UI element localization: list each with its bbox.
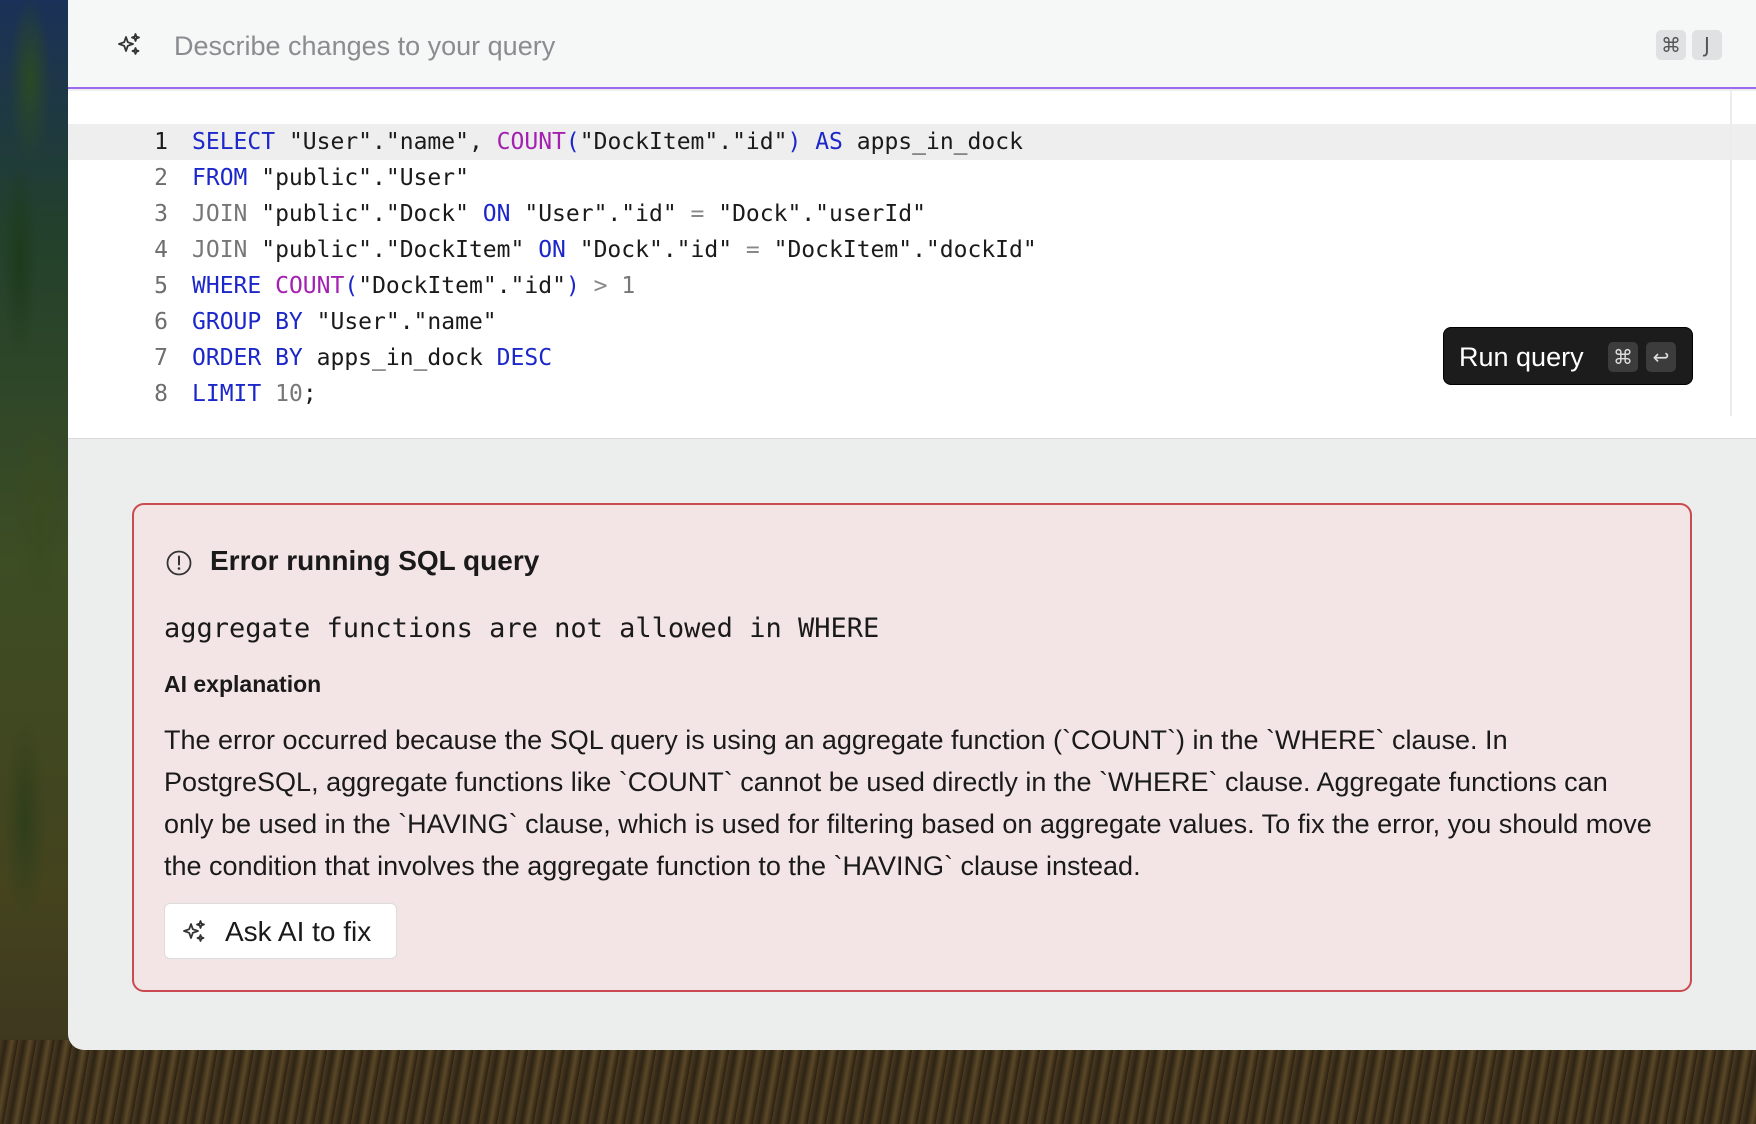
code-token: COUNT (496, 129, 566, 155)
code-token: "public"."Dock" (247, 201, 483, 227)
line-number: 5 (154, 273, 168, 299)
code-text: WHERE COUNT("DockItem"."id") > 1 (192, 268, 635, 304)
ask-ai-to-fix-button[interactable]: Ask AI to fix (164, 903, 397, 959)
code-token: "DockItem"."id" (358, 273, 566, 299)
run-shortcut-cmd-key: ⌘ (1608, 342, 1638, 372)
code-line[interactable]: 3 JOIN "public"."Dock" ON "User"."id" = "… (68, 196, 1756, 232)
ask-ai-to-fix-label: Ask AI to fix (225, 916, 372, 947)
run-shortcut-enter-key: ↩ (1646, 342, 1676, 372)
code-token: = (745, 237, 760, 263)
code-text: FROM "public"."User" (192, 160, 469, 196)
code-text: LIMIT 10; (192, 376, 317, 412)
code-line[interactable]: 5 WHERE COUNT("DockItem"."id") > 1 (68, 268, 1756, 304)
line-number: 2 (154, 165, 168, 191)
code-token: LIMIT (192, 381, 262, 407)
desktop-wallpaper-bottom (0, 1040, 1756, 1124)
code-text: ORDER BY apps_in_dock DESC (192, 340, 552, 376)
code-token: "public"."User" (247, 165, 469, 191)
line-number: 8 (154, 381, 168, 407)
code-token: > (593, 273, 608, 299)
sql-editor[interactable]: 1 SELECT "User"."name", COUNT("DockItem".… (68, 91, 1756, 439)
code-token: JOIN (192, 201, 248, 227)
shortcut-j-key: J (1692, 30, 1722, 60)
ai-prompt-input[interactable] (172, 22, 1476, 70)
code-token: DESC (496, 345, 553, 371)
code-token: FROM (192, 165, 248, 191)
code-token: "User"."name", (275, 129, 497, 155)
code-token: "Dock"."id" (565, 237, 746, 263)
alert-circle-icon (166, 550, 192, 576)
line-number: 7 (154, 345, 168, 371)
error-title: Error running SQL query (210, 545, 540, 576)
run-query-button[interactable]: Run query ⌘ ↩ (1443, 327, 1693, 385)
code-token: JOIN (192, 237, 248, 263)
code-token: "User"."id" (510, 201, 691, 227)
code-text: JOIN "public"."Dock" ON "User"."id" = "D… (192, 196, 926, 232)
code-token: ON (538, 237, 566, 263)
code-text: JOIN "public"."DockItem" ON "Dock"."id" … (192, 232, 1037, 268)
error-message: aggregate functions are not allowed in W… (164, 613, 880, 644)
code-token: "public"."DockItem" (247, 237, 539, 263)
code-text: SELECT "User"."name", COUNT("DockItem"."… (192, 124, 1023, 160)
query-editor-window: ⌘ J 1SELECT "User"."name", COUNT("DockIt… (68, 0, 1756, 1050)
ai-prompt-bar: ⌘ J (68, 0, 1756, 89)
code-token: "User"."name" (302, 309, 497, 335)
code-line[interactable]: 4 JOIN "public"."DockItem" ON "Dock"."id"… (68, 232, 1756, 268)
code-token: 10 (275, 381, 303, 407)
code-token: "DockItem"."id" (579, 129, 788, 155)
code-token: COUNT (275, 273, 345, 299)
code-token: SELECT (192, 129, 276, 155)
error-panel: Error running SQL query aggregate functi… (132, 503, 1692, 992)
ai-explanation-text: The error occurred because the SQL query… (164, 725, 1652, 881)
code-token: "Dock"."userId" (704, 201, 926, 227)
ai-explanation-heading: AI explanation (164, 671, 322, 697)
code-token: ; (302, 381, 317, 407)
code-token: apps_in_dock (842, 129, 1023, 155)
line-number: 4 (154, 237, 168, 263)
code-token: ) (565, 273, 580, 299)
code-token: ON (482, 201, 511, 227)
code-line[interactable]: 1 SELECT "User"."name", COUNT("DockItem".… (68, 124, 1756, 160)
code-token: = (690, 201, 705, 227)
code-token: AS (815, 129, 843, 155)
code-token: "DockItem"."dockId" (759, 237, 1037, 263)
code-text: GROUP BY "User"."name" (192, 304, 497, 340)
line-number: 6 (154, 309, 168, 335)
code-token: ( (344, 273, 359, 299)
code-token: 1 (607, 273, 636, 299)
code-token: ( (565, 129, 580, 155)
code-token: GROUP BY (192, 309, 303, 335)
editor-scrollbar[interactable] (1730, 91, 1732, 416)
code-token: ) (787, 129, 802, 155)
code-line[interactable]: 2 FROM "public"."User" (68, 160, 1756, 196)
line-number: 3 (154, 201, 168, 227)
code-token: ORDER BY (192, 345, 303, 371)
line-number: 1 (154, 129, 168, 155)
shortcut-cmd-key: ⌘ (1656, 30, 1686, 60)
run-query-label: Run query (1459, 342, 1584, 372)
code-token: WHERE (192, 273, 262, 299)
code-token: apps_in_dock (302, 345, 497, 371)
sparkles-icon (183, 920, 205, 942)
sparkles-icon (118, 33, 140, 55)
